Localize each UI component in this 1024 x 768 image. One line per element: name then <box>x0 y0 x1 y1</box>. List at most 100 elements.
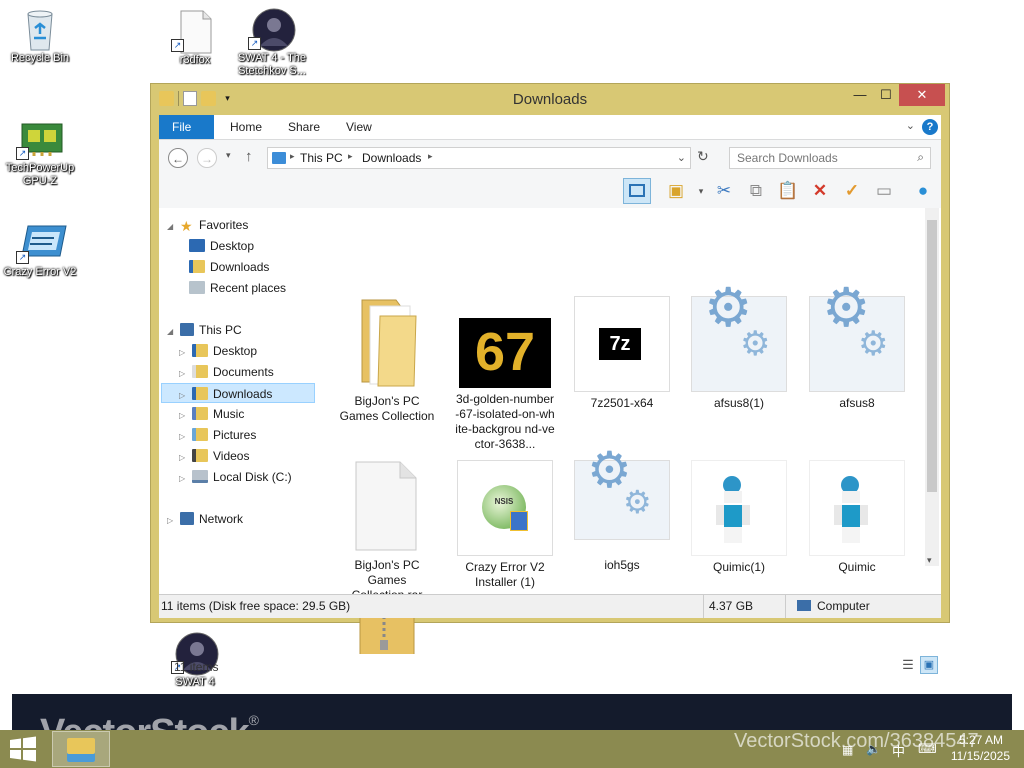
file-item[interactable]: NSIS Crazy Error V2 Installer (1) <box>455 460 555 590</box>
maximize-button[interactable]: ☐ <box>871 84 901 106</box>
start-button[interactable] <box>8 736 38 762</box>
chat-bubble-icon[interactable]: ● <box>911 179 935 203</box>
details-view-button[interactable]: ☰ <box>899 656 917 674</box>
expand-arrow-icon[interactable]: ▷ <box>167 511 177 531</box>
nav-fav-desktop[interactable]: Desktop <box>189 236 254 256</box>
nav-network[interactable]: ▷ Network <box>167 509 243 529</box>
desktop-icon-swat4-stetchkov[interactable]: ↗ SWAT 4 - The Stetchkov S... <box>232 8 312 78</box>
rename-check-icon[interactable]: ✓ <box>840 179 864 203</box>
title-bar[interactable]: ▾ Downloads — ☐ ✕ <box>151 84 949 114</box>
tab-home[interactable]: Home <box>217 115 275 139</box>
file-item[interactable]: Quimic <box>807 460 907 575</box>
nav-pc-downloads[interactable]: ▷ Downloads <box>161 383 315 403</box>
expand-arrow-icon[interactable]: ▷ <box>179 343 189 363</box>
status-bar: 11 items (Disk free space: 29.5 GB) 4.37… <box>159 594 941 618</box>
chevron-down-icon[interactable]: ⌄ <box>906 119 915 132</box>
window-title: Downloads <box>512 91 588 108</box>
desktop-icon-gpu-z[interactable]: ↗ TechPowerUp GPU-Z <box>0 118 80 188</box>
taskbar-file-explorer[interactable] <box>52 731 110 767</box>
nav-pc-pictures[interactable]: ▷ Pictures <box>179 425 256 445</box>
up-arrow-icon[interactable]: ↑ <box>245 148 253 165</box>
nav-this-pc[interactable]: ◢ This PC <box>167 320 242 340</box>
volume-muted-icon[interactable]: 🔈 <box>866 742 881 756</box>
large-icons-view-button[interactable]: ▣ <box>920 656 938 674</box>
file-item[interactable]: BigJon's PC Games Collection <box>337 296 437 424</box>
windows-logo-icon <box>10 736 36 762</box>
file-item[interactable]: 7z 7z2501-x64 <box>572 296 672 411</box>
keyboard-icon[interactable]: ⌨ <box>918 741 937 757</box>
tab-share[interactable]: Share <box>275 115 333 139</box>
refresh-icon[interactable]: ↻ <box>697 148 709 165</box>
gear-icon: ⚙ ⚙ <box>691 281 787 392</box>
file-item[interactable]: ⚙ ⚙ ioh5gs <box>572 445 672 573</box>
command-toolbar: ▣ ▾ ✂ ⧉ 📋 ✕ ✓ ▭ ● <box>159 174 941 208</box>
nav-fav-downloads[interactable]: Downloads <box>189 257 269 277</box>
expand-arrow-icon[interactable]: ▷ <box>179 427 189 447</box>
breadcrumb-separator: ▸ <box>428 151 433 161</box>
expand-arrow-icon[interactable]: ▷ <box>179 386 189 406</box>
file-item[interactable]: Quimic(1) <box>689 460 789 575</box>
file-item[interactable]: ⚙ ⚙ afsus8(1) <box>689 281 789 411</box>
file-name: afsus8(1) <box>713 396 765 410</box>
collapse-arrow-icon[interactable]: ◢ <box>167 322 177 342</box>
search-input[interactable]: Search Downloads ⌕ <box>729 147 931 169</box>
nav-pc-videos[interactable]: ▷ Videos <box>179 446 249 466</box>
expand-arrow-icon[interactable]: ▷ <box>179 406 189 426</box>
network-tray-icon[interactable]: ▦ <box>842 743 853 757</box>
breadcrumb-this-pc[interactable]: This PC <box>300 151 343 165</box>
desktop-icon-label: Recycle Bin <box>10 52 70 64</box>
chevron-down-icon[interactable]: ⌄ <box>677 151 686 164</box>
status-location: Computer <box>817 599 870 613</box>
nav-fav-recent[interactable]: Recent places <box>189 278 286 298</box>
preview-pane-icon[interactable] <box>623 178 651 204</box>
recent-locations-chevron-icon[interactable]: ▾ <box>226 150 231 161</box>
tab-view[interactable]: View <box>333 115 385 139</box>
collapse-arrow-icon[interactable]: ◢ <box>167 217 177 237</box>
input-method-icon[interactable]: 中 <box>892 741 905 760</box>
close-button[interactable]: ✕ <box>899 84 945 106</box>
back-button[interactable]: ← <box>168 148 188 168</box>
tab-file[interactable]: File <box>159 115 214 139</box>
help-icon[interactable]: ? <box>922 119 938 135</box>
file-item[interactable]: BigJon's PC Games Collection.rar <box>337 460 437 603</box>
nav-pc-desktop[interactable]: ▷ Desktop <box>179 341 257 361</box>
scroll-thumb[interactable] <box>927 220 937 492</box>
vertical-scrollbar[interactable]: ▾ <box>925 208 939 566</box>
ribbon-tabs: File Home Share View ⌄ ? <box>159 115 941 139</box>
thumb-text: 67 <box>474 322 536 382</box>
desktop-icon-r3dfox[interactable]: ↗ r3dfox <box>155 10 235 67</box>
zip-folder-icon <box>340 612 434 654</box>
file-name: afsus8 <box>839 396 875 410</box>
chevron-down-icon[interactable]: ▾ <box>689 179 713 203</box>
select-icon[interactable]: ▣ <box>664 179 688 203</box>
file-item[interactable]: ⚙ ⚙ afsus8 <box>807 281 907 411</box>
clock-time[interactable]: 5:27 AM <box>955 733 1003 747</box>
cut-icon[interactable]: ✂ <box>712 179 736 203</box>
expand-arrow-icon[interactable]: ▷ <box>179 364 189 384</box>
copy-icon[interactable]: ⧉ <box>744 179 768 203</box>
clock-date[interactable]: 11/15/2025 <box>942 749 1010 763</box>
status-summary: 11 items (Disk free space: 29.5 GB) <box>161 599 351 613</box>
scroll-down-arrow-icon[interactable]: ▾ <box>927 555 932 566</box>
nav-favorites[interactable]: ◢ ★ Favorites <box>167 215 248 235</box>
desktop-icon-crazy-error[interactable]: ↗ Crazy Error V2 <box>0 222 80 279</box>
address-bar[interactable]: ▸ This PC ▸ Downloads ▸ ⌄ <box>267 147 691 169</box>
nav-pc-documents[interactable]: ▷ Documents <box>179 362 274 382</box>
paste-icon[interactable]: 📋 <box>776 179 800 203</box>
expand-arrow-icon[interactable]: ▷ <box>179 448 189 468</box>
properties-icon[interactable]: ▭ <box>872 179 896 203</box>
breadcrumb-downloads[interactable]: Downloads <box>362 151 421 165</box>
gear-icon: ⚙ ⚙ <box>809 281 905 392</box>
downloads-folder-icon <box>192 387 208 400</box>
delete-icon[interactable]: ✕ <box>808 179 832 203</box>
forward-button[interactable]: → <box>197 148 217 168</box>
breadcrumb-separator: ▸ <box>290 151 295 161</box>
file-item-partial[interactable] <box>337 612 437 654</box>
expand-arrow-icon[interactable]: ▷ <box>179 469 189 489</box>
desktop-icon-recycle-bin[interactable]: Recycle Bin <box>0 8 80 65</box>
file-item[interactable]: 67 3d-golden-number-67-isolated-on-white… <box>455 296 555 452</box>
search-placeholder: Search Downloads <box>737 151 838 165</box>
nav-pc-music[interactable]: ▷ Music <box>179 404 244 424</box>
nav-pc-local-disk[interactable]: ▷ Local Disk (C:) <box>179 467 292 487</box>
file-name: 3d-golden-number-67-isolated-on-white-ba… <box>455 392 555 451</box>
